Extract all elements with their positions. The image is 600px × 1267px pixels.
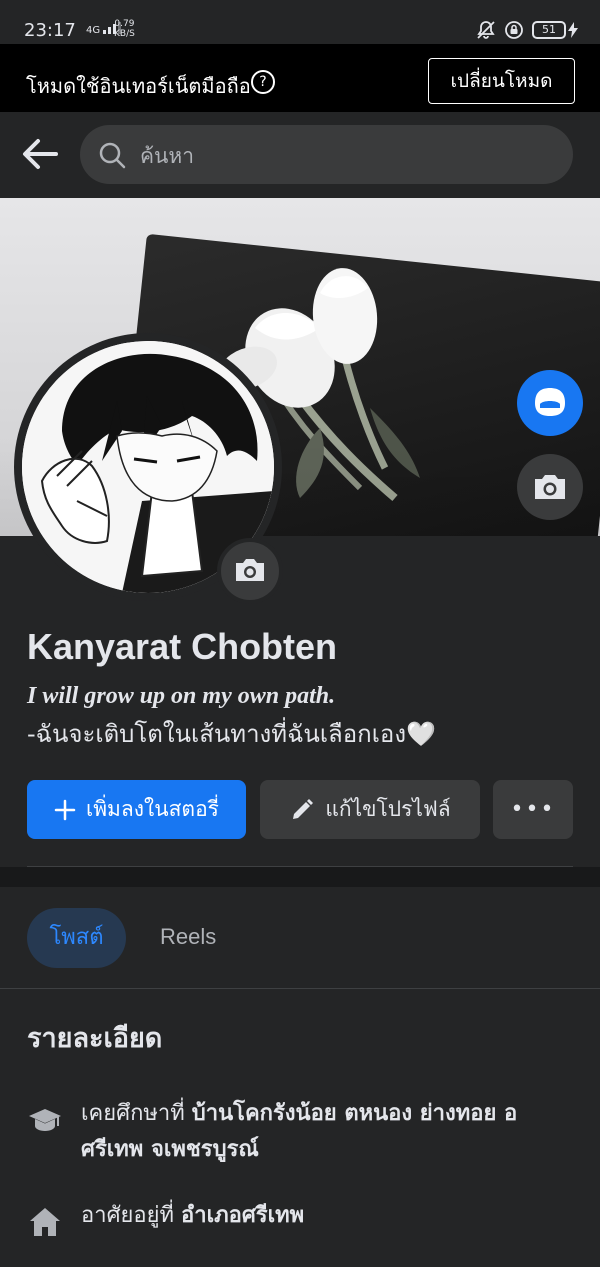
add-to-story-button[interactable]: เพิ่มลงในสตอรี่ (27, 780, 246, 839)
home-value[interactable]: อำเภอศรีเทพ (181, 1203, 304, 1228)
status-time: 23:17 (24, 20, 76, 41)
graduation-cap-icon (29, 1109, 61, 1131)
home-icon (30, 1208, 60, 1236)
add-to-story-label: เพิ่มลงในสตอรี่ (86, 797, 219, 821)
edit-profile-label: แก้ไขโปรไฟล์ (325, 797, 451, 821)
details-heading: รายละเอียด (27, 1023, 163, 1054)
switch-mode-button[interactable]: เปลี่ยนโหมด (428, 58, 575, 104)
cover-camera-button[interactable] (517, 454, 583, 520)
bell-muted-icon (477, 21, 495, 39)
rotation-lock-icon (505, 21, 523, 39)
profile-bio-line2: -ฉันจะเติบโตในเส้นทางที่ฉันเลือกเอง🤍 (27, 720, 436, 748)
camera-icon (236, 559, 264, 581)
education-prefix: เคยศึกษาที่ (81, 1101, 185, 1126)
edit-profile-button[interactable]: แก้ไขโปรไฟล์ (260, 780, 480, 839)
pencil-icon (293, 798, 314, 819)
back-arrow-icon[interactable] (20, 134, 60, 174)
search-icon (99, 142, 126, 169)
data-mode-text: โหมดใช้อินเทอร์เน็ตมือถือ (26, 74, 251, 98)
network-type: 4G (86, 25, 101, 36)
education-row: เคยศึกษาที่ บ้านโคกรังน้อย ตหนอง ย่างทอย… (27, 1096, 517, 1162)
network-speed: 0.79 KB/S (114, 19, 135, 39)
profile-name: Kanyarat Chobten (27, 626, 338, 667)
speed-unit: KB/S (114, 29, 135, 39)
hometown-row: อาศัยอยู่ที่ อำเภอศรีเทพ (27, 1198, 304, 1240)
status-bar: 23:17 4G 0.79 KB/S 51 (0, 0, 600, 44)
help-icon[interactable]: ? (251, 70, 275, 94)
camera-icon (535, 475, 565, 499)
top-bar: ค้นหา (0, 112, 600, 198)
divider (0, 988, 600, 989)
plus-icon (54, 799, 76, 820)
search-placeholder: ค้นหา (140, 144, 195, 168)
education-text: เคยศึกษาที่ บ้านโคกรังน้อย ตหนอง ย่างทอย… (81, 1096, 541, 1168)
avatar-camera-button[interactable] (217, 538, 283, 604)
hometown-text: อาศัยอยู่ที่ อำเภอศรีเทพ (81, 1198, 541, 1234)
status-icons: 51 (476, 20, 578, 40)
profile-bio-line1: I will grow up on my own path. (27, 683, 336, 709)
data-mode-banner: โหมดใช้อินเทอร์เน็ตมือถือ ? เปลี่ยนโหมด (0, 44, 600, 112)
section-separator (0, 867, 600, 887)
search-input[interactable]: ค้นหา (80, 125, 573, 184)
battery-indicator: 51 (532, 21, 566, 39)
tab-reels[interactable]: Reels (160, 924, 216, 950)
avatar-icon (535, 388, 565, 416)
tab-posts[interactable]: โพสต์ (27, 908, 126, 968)
speed-value: 0.79 (114, 19, 135, 29)
cover-avatar-button[interactable] (517, 370, 583, 436)
home-prefix: อาศัยอยู่ที่ (81, 1203, 175, 1228)
more-options-button[interactable]: ••• (493, 780, 573, 839)
charging-icon (568, 22, 578, 38)
